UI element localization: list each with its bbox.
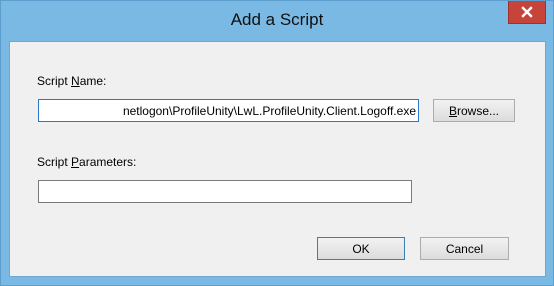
ok-button[interactable]: OK bbox=[317, 237, 405, 260]
title-bar[interactable]: Add a Script bbox=[1, 1, 553, 41]
cancel-button[interactable]: Cancel bbox=[420, 237, 509, 260]
add-script-dialog: Add a Script Script Name: netlogon\Profi… bbox=[0, 0, 554, 286]
script-parameters-label: Script Parameters: bbox=[37, 155, 137, 169]
close-icon bbox=[521, 6, 533, 18]
browse-button[interactable]: Browse... bbox=[433, 99, 515, 122]
dialog-body: Script Name: netlogon\ProfileUnity\LwL.P… bbox=[9, 41, 546, 277]
script-name-label: Script Name: bbox=[37, 74, 107, 88]
script-parameters-input[interactable] bbox=[38, 180, 412, 203]
ok-button-label: OK bbox=[352, 241, 370, 256]
close-button[interactable] bbox=[508, 1, 546, 24]
dialog-title: Add a Script bbox=[230, 10, 324, 29]
script-name-value: netlogon\ProfileUnity\LwL.ProfileUnity.C… bbox=[122, 104, 416, 118]
script-name-input[interactable]: netlogon\ProfileUnity\LwL.ProfileUnity.C… bbox=[38, 99, 419, 122]
browse-button-label: Browse... bbox=[448, 103, 500, 118]
cancel-button-label: Cancel bbox=[445, 241, 484, 256]
